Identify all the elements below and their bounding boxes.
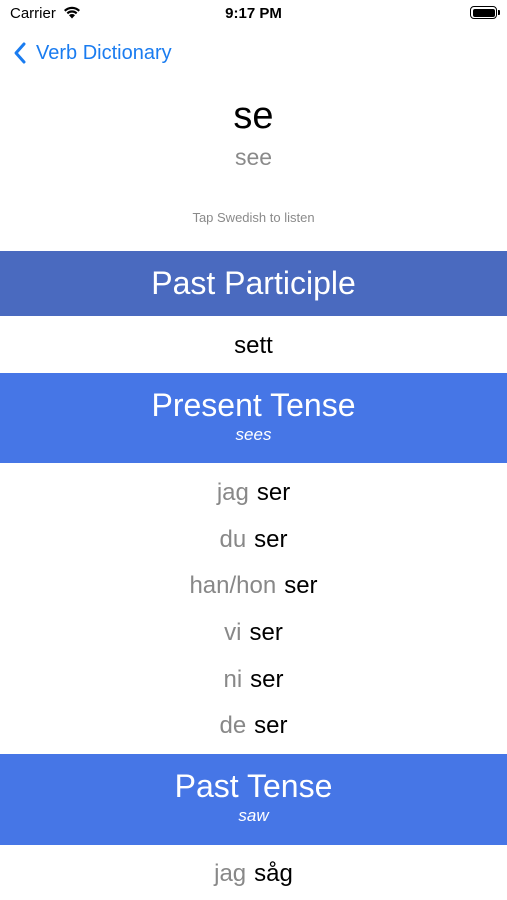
conjugation-row[interactable]: du ser [0, 526, 507, 554]
conjugation-row[interactable]: vi ser [0, 619, 507, 647]
pronoun: du [219, 526, 247, 553]
verb-swedish[interactable]: se [0, 95, 507, 138]
pronoun: jag [216, 479, 249, 506]
battery-icon [470, 6, 500, 19]
pronoun: han/hon [189, 572, 277, 599]
past-participle-header: Past Participle [0, 251, 507, 316]
pronoun: vi [224, 619, 242, 646]
section-title: Past Tense [174, 768, 333, 804]
back-button-label: Verb Dictionary [36, 41, 172, 64]
conjugation-row[interactable]: jag såg [0, 860, 507, 888]
conjugation-row[interactable]: han/hon ser [0, 572, 507, 600]
conjugation-row[interactable]: ni ser [0, 666, 507, 694]
verb-form[interactable]: ser [254, 526, 287, 553]
status-bar: Carrier 9:17 PM [0, 0, 507, 28]
section-english: saw [238, 806, 269, 825]
pronoun: de [219, 712, 247, 739]
conjugation-row[interactable]: jag ser [0, 479, 507, 507]
section-title: Present Tense [151, 387, 356, 423]
verb-form[interactable]: såg [254, 860, 293, 887]
status-time: 9:17 PM [225, 5, 282, 22]
pronoun: ni [223, 666, 243, 693]
present-tense-header: Present Tense sees [0, 373, 507, 463]
listen-hint: Tap Swedish to listen [192, 210, 315, 225]
verb-form[interactable]: ser [254, 712, 287, 739]
section-title: Past Participle [151, 265, 356, 301]
section-english: sees [235, 425, 272, 444]
conjugation-row[interactable]: de ser [0, 712, 507, 740]
verb-english: see [234, 144, 273, 170]
verb-form[interactable]: ser [257, 479, 290, 506]
verb-form[interactable]: ser [284, 572, 317, 599]
past-participle-form[interactable]: sett [0, 332, 507, 360]
past-tense-header: Past Tense saw [0, 754, 507, 845]
pronoun: jag [214, 860, 247, 887]
chevron-left-icon [14, 42, 26, 64]
back-button[interactable]: Verb Dictionary [12, 38, 172, 68]
verb-form[interactable]: ser [250, 619, 283, 646]
verb-form[interactable]: ser [250, 666, 283, 693]
